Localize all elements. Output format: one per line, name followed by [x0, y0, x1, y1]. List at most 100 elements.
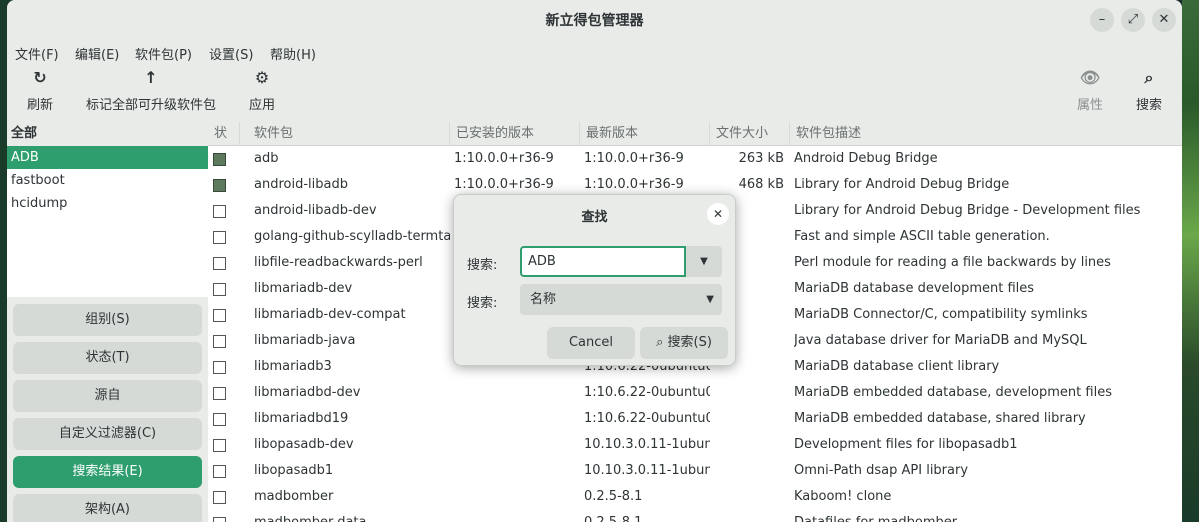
filter-item-fastboot[interactable]: fastboot: [7, 169, 208, 192]
status-checkbox[interactable]: [213, 413, 226, 426]
cancel-button[interactable]: Cancel: [547, 327, 635, 359]
installed-version: [454, 432, 580, 458]
origin-button[interactable]: 源自: [13, 380, 202, 412]
col-status[interactable]: 状: [208, 122, 240, 146]
menu-settings[interactable]: 设置(S): [209, 44, 253, 63]
package-description: Kaboom! clone: [794, 489, 892, 504]
status-checkbox[interactable]: [213, 231, 226, 244]
filter-list-header[interactable]: 全部: [7, 122, 208, 146]
sections-button[interactable]: 组别(S): [13, 304, 202, 336]
package-name: libmariadbd19: [254, 411, 349, 426]
search-field-select[interactable]: 名称 ▼: [520, 284, 722, 315]
search-field-label: 搜索:: [467, 296, 498, 311]
package-name: libmariadb-java: [254, 333, 356, 348]
table-row[interactable]: adb 1:10.0.0+r36-9 1:10.0.0+r36-9 263 kB And…: [208, 146, 1182, 172]
search-icon: ⌕: [656, 335, 664, 350]
chevron-down-icon: ▼: [700, 256, 708, 267]
refresh-icon: ↻: [33, 68, 47, 87]
package-description: Library for Android Debug Bridge - Devel…: [794, 203, 1141, 218]
custom-filters-button[interactable]: 自定义过滤器(C): [13, 418, 202, 450]
refresh-label: 刷新: [26, 98, 53, 113]
status-checkbox[interactable]: [213, 491, 226, 504]
package-description: MariaDB database development files: [794, 281, 1035, 296]
find-dialog: 查找 ✕ 搜索: ADB ▼ 搜索: 名称 ▼ Cancel ⌕ 搜索(S): [453, 194, 736, 366]
file-size: [714, 510, 784, 522]
table-row[interactable]: libopasadb-dev 10.10.3.0.11-1ubuntu1 Devel…: [208, 432, 1182, 458]
package-name: libmariadb3: [254, 359, 332, 374]
latest-version: 0.2.5-8.1: [584, 510, 710, 522]
col-size[interactable]: 文件大小: [710, 122, 790, 146]
package-description: MariaDB embedded database, shared librar…: [794, 411, 1086, 426]
properties-button[interactable]: 👁 属性: [1073, 66, 1107, 113]
search-submit-button[interactable]: ⌕ 搜索(S): [640, 327, 728, 359]
col-latest[interactable]: 最新版本: [580, 122, 710, 146]
status-checkbox[interactable]: [213, 387, 226, 400]
installed-version: [454, 510, 580, 522]
eye-icon: 👁: [1079, 68, 1101, 87]
status-checkbox[interactable]: [213, 153, 226, 166]
sidebar: 全部 ADB fastboot hcidump 组别(S) 状态(T) 源自 自…: [7, 122, 208, 522]
latest-version: 1:10.6.22-0ubuntu0.: [584, 411, 710, 426]
latest-version: 10.10.3.0.11-1ubuntu1: [584, 437, 710, 452]
package-description: Fast and simple ASCII table generation.: [794, 229, 1050, 244]
menu-file[interactable]: 文件(F): [15, 44, 59, 63]
toolbar: ↻ 刷新 ↑ 标记全部可升级软件包 ⚙ 应用 👁 属性 ⌕ 搜索: [7, 66, 1182, 120]
status-checkbox[interactable]: [213, 517, 226, 522]
refresh-button[interactable]: ↻ 刷新: [23, 66, 57, 113]
status-checkbox[interactable]: [213, 309, 226, 322]
status-checkbox[interactable]: [213, 283, 226, 296]
status-button[interactable]: 状态(T): [13, 342, 202, 374]
table-row[interactable]: libopasadb1 10.10.3.0.11-1ubuntu1 Omni-Pat…: [208, 458, 1182, 484]
table-row[interactable]: libmariadbd19 1:10.6.22-0ubuntu0. MariaDB …: [208, 406, 1182, 432]
file-size: [714, 380, 784, 406]
latest-version: 1:10.6.22-0ubuntu0.: [584, 385, 710, 400]
status-checkbox[interactable]: [213, 179, 226, 192]
apply-label: 应用: [248, 98, 275, 113]
minimize-button[interactable]: –: [1090, 8, 1114, 32]
table-row[interactable]: madbomber-data 0.2.5-8.1 Datafiles for mad…: [208, 510, 1182, 522]
menu-edit[interactable]: 编辑(E): [75, 44, 119, 63]
synaptic-window: 新立得包管理器 – ⤢ ✕ 文件(F) 编辑(E) 软件包(P) 设置(S) 帮…: [7, 0, 1182, 522]
table-row[interactable]: libmariadbd-dev 1:10.6.22-0ubuntu0. MariaD…: [208, 380, 1182, 406]
package-name: android-libadb-dev: [254, 203, 377, 218]
search-history-dropdown[interactable]: ▼: [686, 246, 722, 277]
mark-all-upgrades-button[interactable]: ↑ 标记全部可升级软件包: [83, 66, 219, 113]
package-name: libmariadb-dev: [254, 281, 353, 296]
architecture-button[interactable]: 架构(A): [13, 494, 202, 522]
package-name: libopasadb1: [254, 463, 334, 478]
maximize-button[interactable]: ⤢: [1121, 8, 1145, 32]
apply-button[interactable]: ⚙ 应用: [245, 66, 279, 113]
latest-version: 10.10.3.0.11-1ubuntu1: [584, 463, 710, 478]
file-size: [714, 406, 784, 432]
menu-package[interactable]: 软件包(P): [135, 44, 192, 63]
status-checkbox[interactable]: [213, 257, 226, 270]
filter-item-hcidump[interactable]: hcidump: [7, 192, 208, 215]
search-toolbar-button[interactable]: ⌕ 搜索: [1132, 66, 1166, 113]
table-row[interactable]: madbomber 0.2.5-8.1 Kaboom! clone: [208, 484, 1182, 510]
installed-version: [454, 380, 580, 406]
search-text-label: 搜索:: [467, 258, 498, 273]
dialog-close-icon[interactable]: ✕: [707, 203, 729, 225]
search-field-value: 名称: [530, 292, 557, 307]
package-name: madbomber-data: [254, 510, 450, 522]
filter-item-adb[interactable]: ADB: [7, 146, 208, 169]
status-checkbox[interactable]: [213, 335, 226, 348]
package-description: MariaDB database client library: [794, 359, 1000, 374]
search-results-button[interactable]: 搜索结果(E): [13, 456, 202, 488]
search-input[interactable]: ADB: [520, 246, 686, 277]
package-name: madbomber: [254, 489, 334, 504]
package-description: Perl module for reading a file backwards…: [794, 255, 1111, 270]
close-button[interactable]: ✕: [1152, 8, 1176, 32]
package-description: MariaDB Connector/C, compatibility symli…: [794, 307, 1088, 322]
status-checkbox[interactable]: [213, 465, 226, 478]
col-installed[interactable]: 已安装的版本: [450, 122, 580, 146]
status-checkbox[interactable]: [213, 205, 226, 218]
col-package[interactable]: 软件包: [248, 122, 450, 146]
gears-icon: ⚙: [254, 68, 270, 87]
package-description: Omni-Path dsap API library: [794, 463, 969, 478]
status-checkbox[interactable]: [213, 361, 226, 374]
col-description[interactable]: 软件包描述: [790, 122, 1182, 146]
status-checkbox[interactable]: [213, 439, 226, 452]
arrow-up-icon: ↑: [144, 68, 158, 87]
menu-help[interactable]: 帮助(H): [270, 44, 316, 63]
